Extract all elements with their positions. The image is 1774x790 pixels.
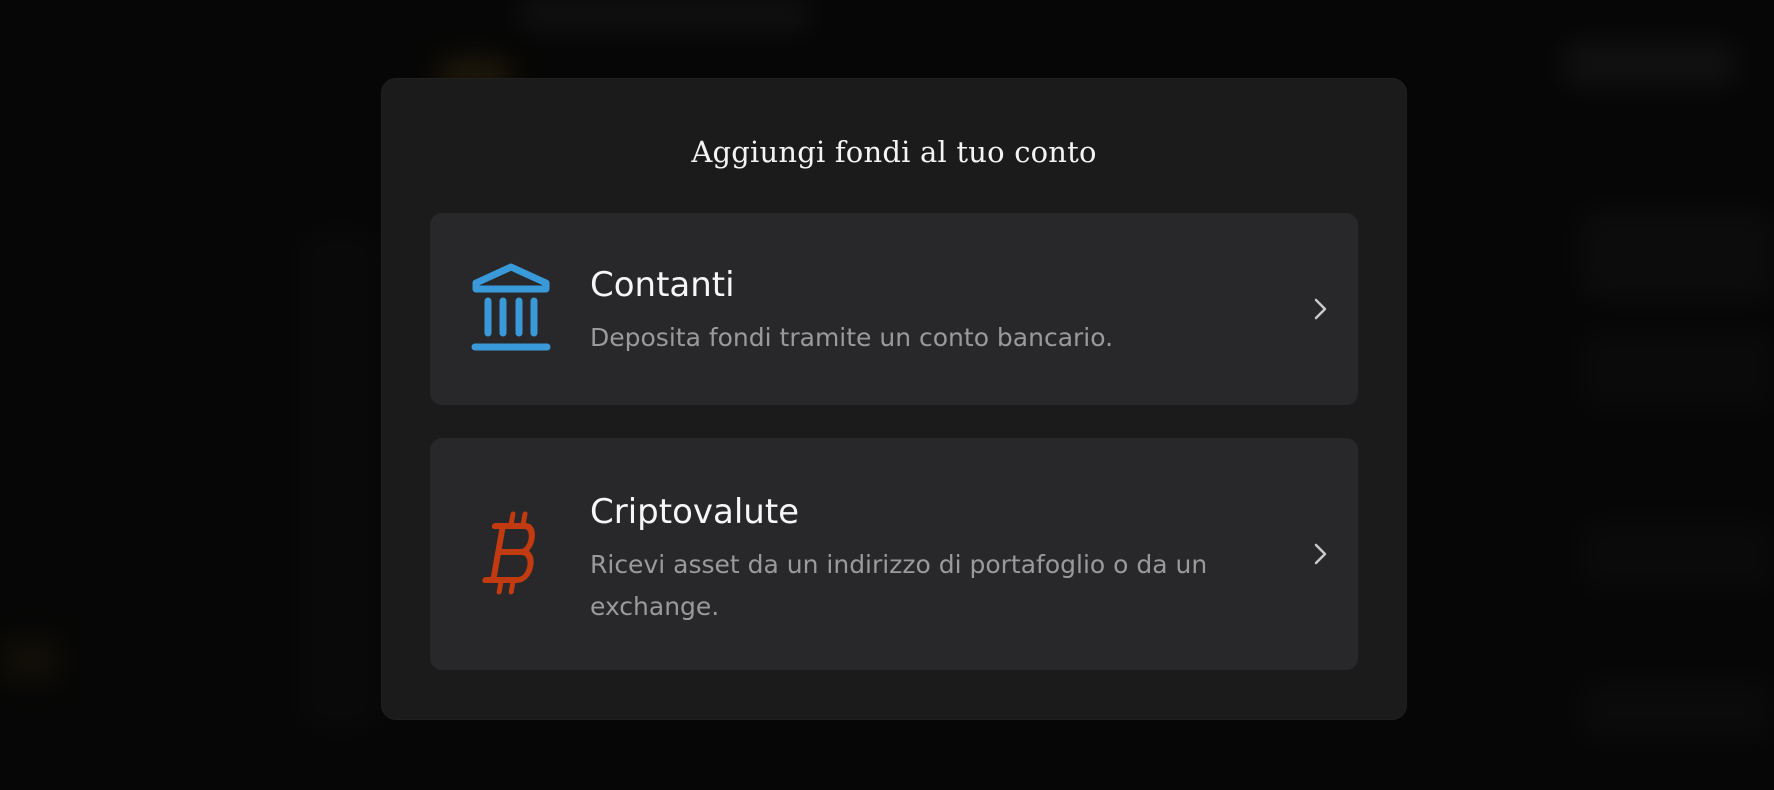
cash-option-description: Deposita fondi tramite un conto bancario…: [590, 323, 1114, 352]
background-blur-shape: [0, 640, 60, 680]
add-funds-modal: Aggiungi fondi al tuo conto Contanti Dep…: [382, 79, 1406, 719]
chevron-right-icon: [1314, 298, 1327, 320]
cash-option-title: Contanti: [590, 265, 735, 305]
crypto-option-text: Criptovalute Ricevi asset da un indirizz…: [590, 490, 1248, 628]
chevron-right-icon: [1314, 543, 1327, 565]
background-blur-shape: [520, 0, 810, 28]
cash-option-button[interactable]: Contanti Deposita fondi tramite un conto…: [430, 213, 1358, 405]
background-blur-shape: [1565, 44, 1735, 84]
cash-option-text: Contanti Deposita fondi tramite un conto…: [590, 263, 1248, 359]
modal-title: Aggiungi fondi al tuo conto: [691, 135, 1097, 169]
background-blur-shape: [300, 230, 380, 730]
background-blur-shape: [1580, 680, 1774, 740]
bank-icon: [471, 263, 551, 351]
background-blur-shape: [1580, 210, 1774, 300]
crypto-option-button[interactable]: Criptovalute Ricevi asset da un indirizz…: [430, 438, 1358, 670]
crypto-option-title: Criptovalute: [590, 492, 800, 532]
crypto-option-description: Ricevi asset da un indirizzo di portafog…: [590, 550, 1208, 621]
bitcoin-icon: [482, 511, 535, 595]
background-blur-shape: [1580, 520, 1774, 590]
background-blur-shape: [1580, 330, 1774, 410]
